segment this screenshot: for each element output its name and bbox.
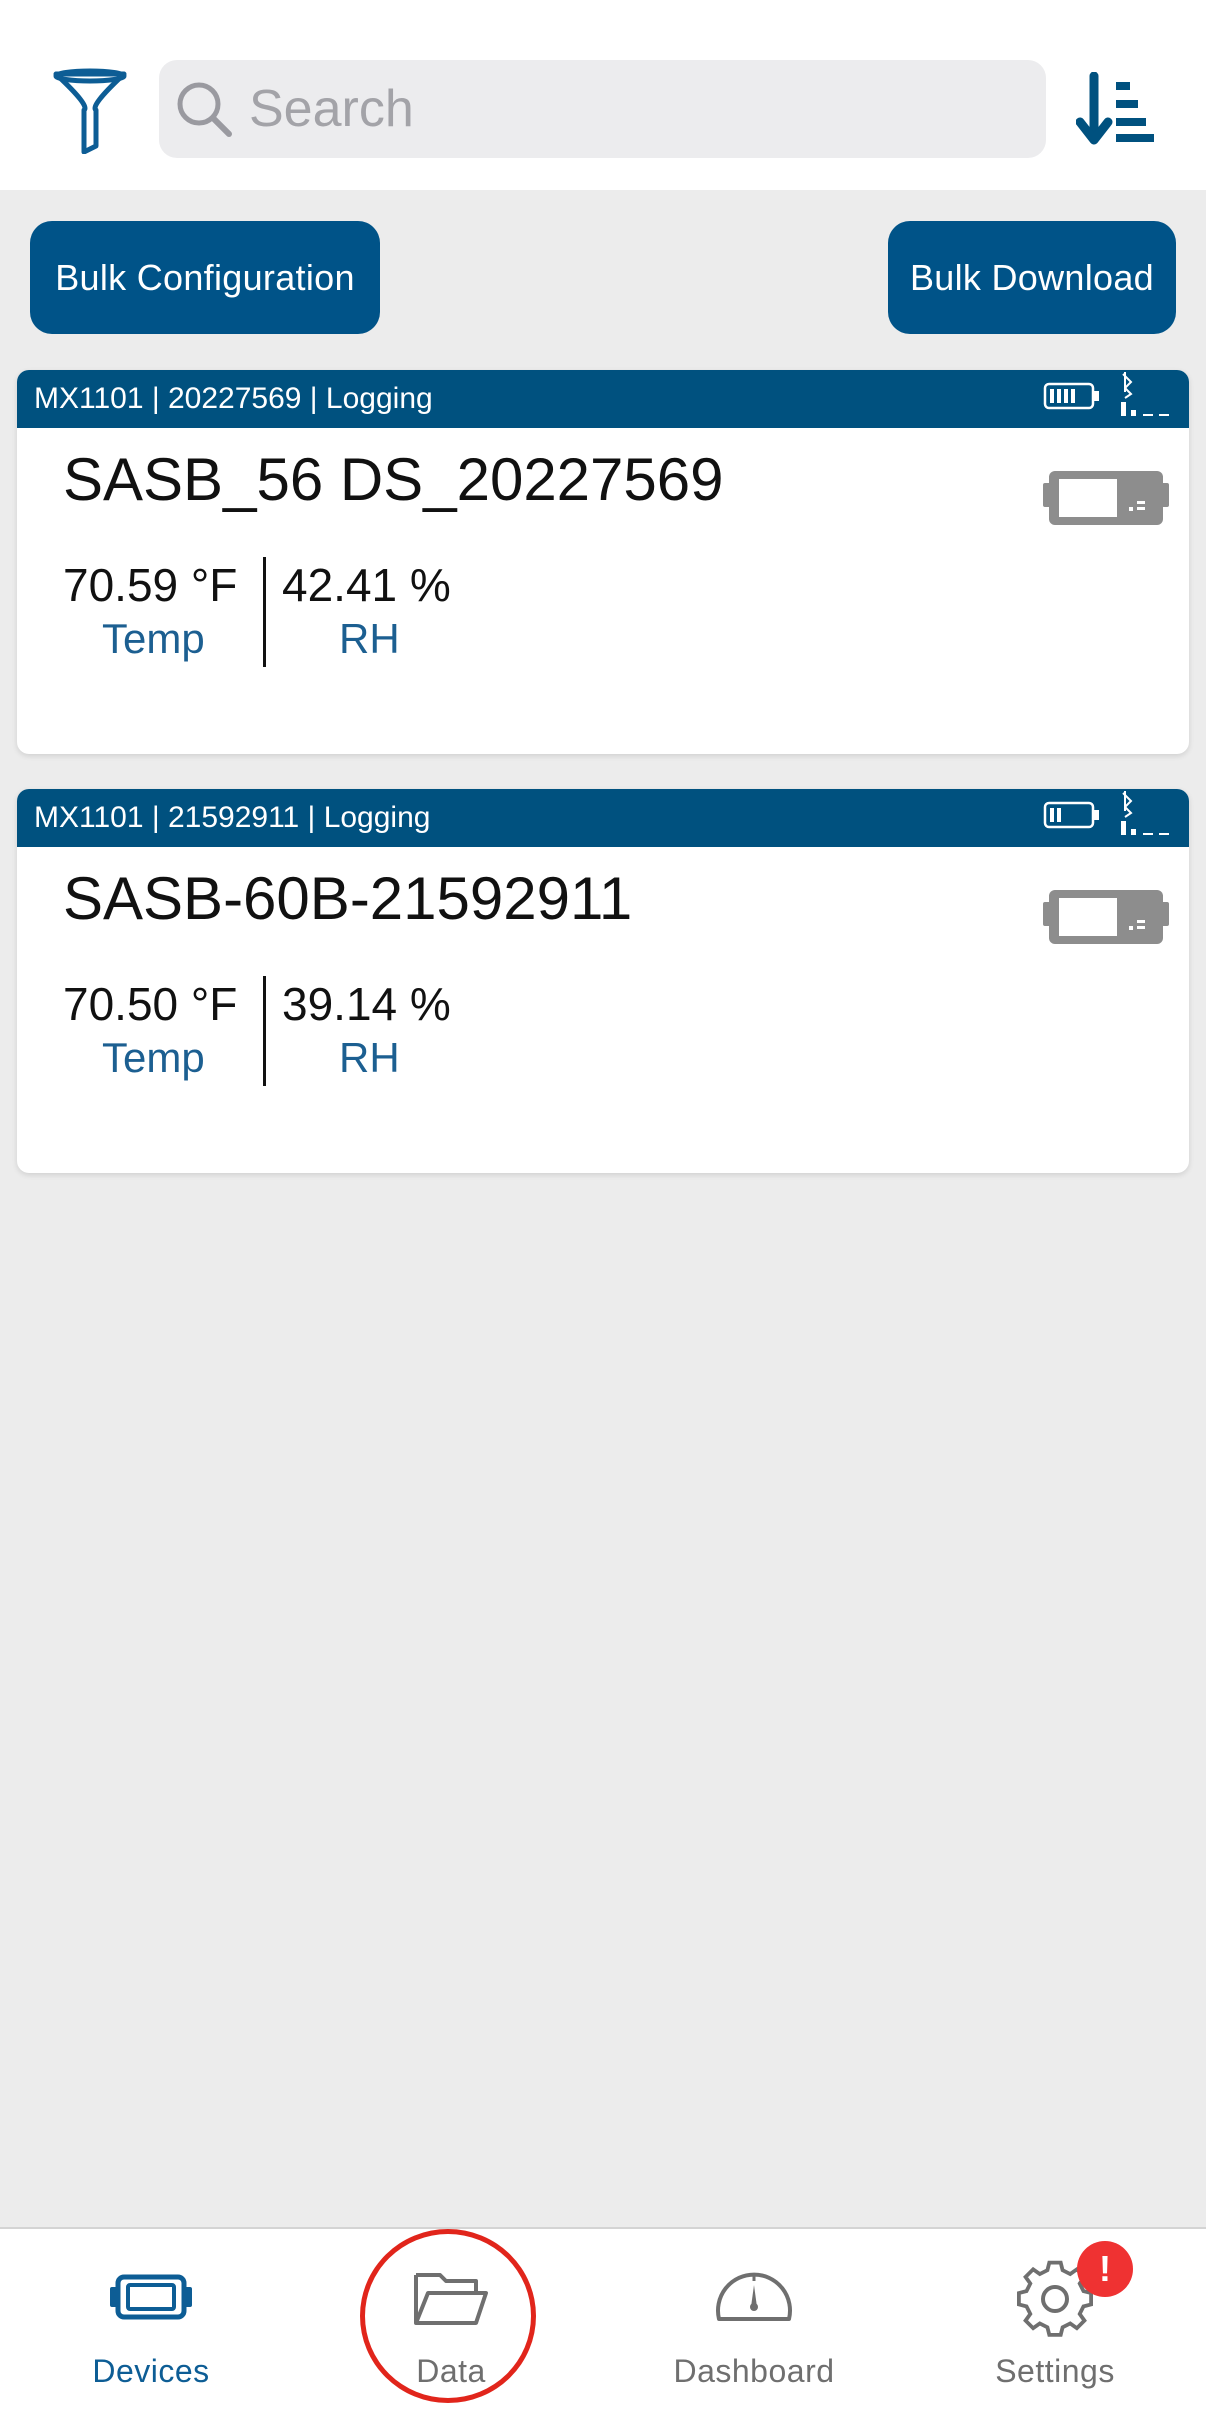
device-status-text: MX1101 | 21592911 | Logging bbox=[34, 801, 431, 834]
search-input[interactable] bbox=[249, 60, 1029, 158]
settings-alert-badge: ! bbox=[1077, 2241, 1133, 2297]
temperature-label: Temp bbox=[102, 1034, 205, 1081]
sort-icon[interactable] bbox=[1075, 71, 1156, 148]
device-name: SASB-60B-21592911 bbox=[63, 865, 633, 932]
top-bar bbox=[0, 0, 1206, 190]
bluetooth-signal-icon bbox=[1115, 372, 1185, 422]
search-bar[interactable] bbox=[159, 60, 1046, 158]
filter-icon[interactable] bbox=[50, 66, 130, 155]
search-icon bbox=[173, 78, 235, 140]
humidity-label: RH bbox=[339, 1034, 400, 1081]
logger-device-icon bbox=[1043, 465, 1169, 531]
gauge-icon bbox=[709, 2257, 799, 2337]
battery-icon bbox=[1043, 797, 1103, 833]
temperature-value: 70.50 °F bbox=[63, 978, 238, 1030]
humidity-value: 42.41 % bbox=[282, 559, 451, 611]
temperature-label: Temp bbox=[102, 615, 205, 662]
device-status-text: MX1101 | 20227569 | Logging bbox=[34, 382, 433, 415]
tab-label: Devices bbox=[92, 2353, 210, 2389]
tab-dashboard[interactable]: Dashboard bbox=[634, 2229, 874, 2417]
tab-label: Dashboard bbox=[673, 2353, 835, 2389]
humidity-label: RH bbox=[339, 615, 400, 662]
folder-icon bbox=[406, 2257, 496, 2337]
bulk-configuration-button[interactable]: Bulk Configuration bbox=[30, 221, 380, 334]
bulk-download-button[interactable]: Bulk Download bbox=[888, 221, 1176, 334]
reading-divider bbox=[263, 976, 266, 1086]
tab-label: Settings bbox=[995, 2353, 1115, 2389]
tab-data[interactable]: Data bbox=[331, 2229, 571, 2417]
device-card-header: MX1101 | 21592911 | Logging bbox=[17, 789, 1189, 847]
logger-device-icon bbox=[1043, 884, 1169, 950]
reading-divider bbox=[263, 557, 266, 667]
device-card[interactable]: MX1101 | 20227569 | Logging SASB_56 DS_2… bbox=[17, 370, 1189, 754]
bluetooth-signal-icon bbox=[1115, 791, 1185, 841]
battery-icon bbox=[1043, 378, 1103, 414]
temperature-value: 70.59 °F bbox=[63, 559, 238, 611]
humidity-value: 39.14 % bbox=[282, 978, 451, 1030]
tab-label: Data bbox=[416, 2353, 486, 2389]
bottom-tab-bar: Devices Data Dashboard Settings bbox=[0, 2227, 1206, 2417]
tab-devices[interactable]: Devices bbox=[31, 2229, 271, 2417]
device-name: SASB_56 DS_20227569 bbox=[63, 446, 724, 513]
device-card[interactable]: MX1101 | 21592911 | Logging SASB-60B-215… bbox=[17, 789, 1189, 1173]
device-card-header: MX1101 | 20227569 | Logging bbox=[17, 370, 1189, 428]
tab-settings[interactable]: Settings bbox=[935, 2229, 1175, 2417]
logger-icon bbox=[106, 2257, 196, 2337]
